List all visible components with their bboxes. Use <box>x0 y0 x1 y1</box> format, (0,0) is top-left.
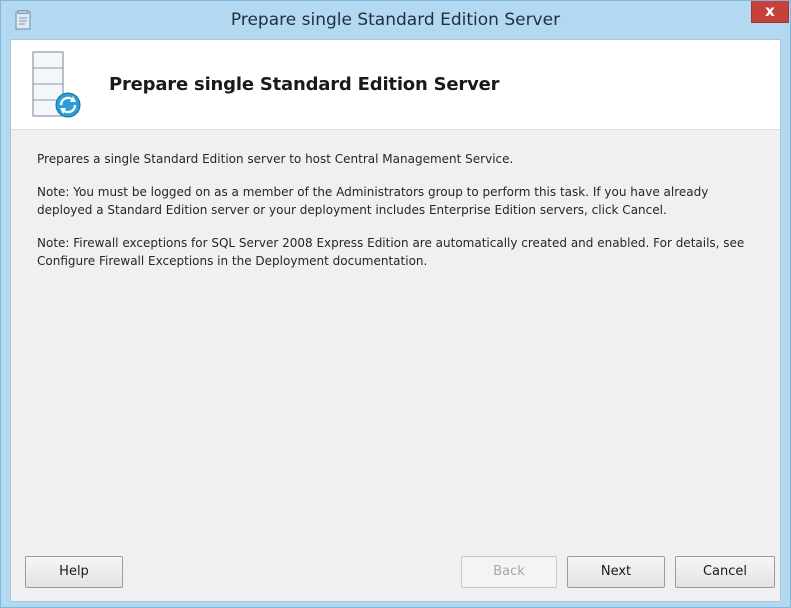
close-button[interactable]: x <box>751 1 789 23</box>
back-button[interactable]: Back <box>461 556 557 588</box>
next-button[interactable]: Next <box>567 556 665 588</box>
description-paragraph: Prepares a single Standard Edition serve… <box>37 152 514 166</box>
header-title: Prepare single Standard Edition Server <box>109 74 500 95</box>
description-text: Prepares a single Standard Edition serve… <box>37 150 767 285</box>
server-refresh-icon <box>32 51 81 118</box>
administrator-note: Note: You must be logged on as a member … <box>37 185 709 217</box>
setup-icon <box>15 10 31 30</box>
title-bar[interactable]: Prepare single Standard Edition Server x <box>1 1 790 39</box>
dialog-window: Prepare single Standard Edition Server x… <box>0 0 791 608</box>
dialog-header: Prepare single Standard Edition Server <box>11 40 780 130</box>
help-button[interactable]: Help <box>25 556 123 588</box>
cancel-button[interactable]: Cancel <box>675 556 775 588</box>
firewall-note: Note: Firewall exceptions for SQL Server… <box>37 236 745 268</box>
dialog-client-area: Prepare single Standard Edition Server P… <box>10 39 781 602</box>
window-title: Prepare single Standard Edition Server <box>230 10 561 30</box>
